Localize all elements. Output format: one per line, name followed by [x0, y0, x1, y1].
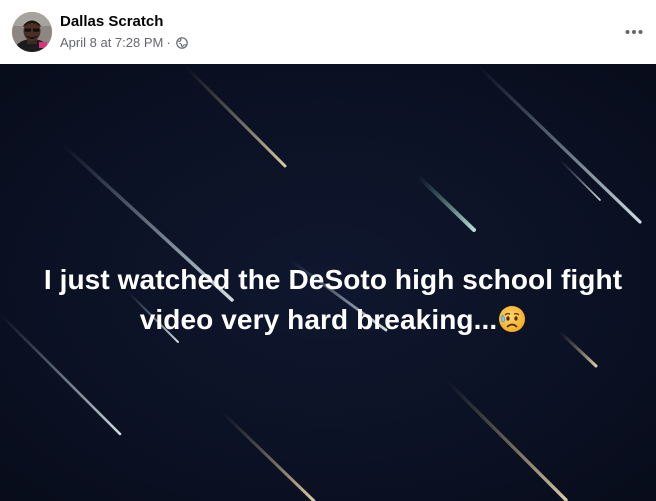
facebook-post: Dallas Scratch April 8 at 7:28 PM · I ju…	[0, 0, 656, 501]
meta-separator: ·	[166, 35, 171, 50]
more-options-button[interactable]	[620, 18, 648, 46]
status-background[interactable]: I just watched the DeSoto high school fi…	[0, 64, 656, 501]
post-timestamp[interactable]: April 8 at 7:28 PM	[60, 35, 163, 50]
author-avatar[interactable]	[12, 12, 52, 52]
post-meta: April 8 at 7:28 PM ·	[60, 35, 188, 50]
avatar-image	[12, 12, 52, 52]
author-name[interactable]: Dallas Scratch	[60, 13, 163, 30]
status-message: I just watched the DeSoto high school fi…	[43, 264, 623, 335]
globe-icon[interactable]	[175, 36, 188, 49]
post-header: Dallas Scratch April 8 at 7:28 PM ·	[0, 0, 656, 64]
sad-sweat-face-emoji	[498, 304, 526, 332]
more-options-icon	[625, 30, 643, 34]
status-text: I just watched the DeSoto high school fi…	[20, 260, 646, 340]
